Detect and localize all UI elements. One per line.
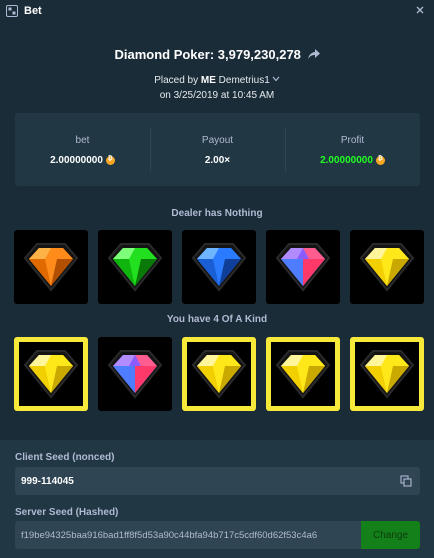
profit-stat: Profit 2.00000000 <box>285 113 420 186</box>
username-link[interactable]: Demetrius1 <box>219 75 270 86</box>
close-icon[interactable] <box>413 3 427 17</box>
bet-value-row: 2.00000000 <box>15 155 150 166</box>
player-card-5 <box>350 337 424 411</box>
dealer-card-3 <box>182 230 256 304</box>
yellow-gem-icon <box>275 350 331 399</box>
bet-value: 2.00000000 <box>50 155 103 166</box>
bet-stat: bet 2.00000000 <box>15 113 150 186</box>
share-icon[interactable] <box>307 49 320 60</box>
green-gem-icon <box>107 243 163 292</box>
bitcoin-icon <box>375 156 385 165</box>
change-button[interactable]: Change <box>361 521 420 549</box>
player-hand <box>14 337 424 411</box>
placed-by-label: Placed by <box>154 75 199 86</box>
dealer-hand <box>14 230 424 304</box>
payout-stat: Payout 2.00× <box>150 113 285 186</box>
card-inner <box>19 342 83 406</box>
window-title: Bet <box>24 4 42 17</box>
dealer-card-4 <box>266 230 340 304</box>
player-card-3 <box>182 337 256 411</box>
payout-value-row: 2.00× <box>150 155 285 166</box>
bet-stats-panel: bet 2.00000000 Payout 2.00× Profit 2.000… <box>15 113 420 186</box>
dealer-card-5 <box>350 230 424 304</box>
client-seed-label: Client Seed (nonced) <box>15 452 115 463</box>
client-seed-input[interactable]: 999-114045 <box>15 476 392 487</box>
player-card-2 <box>98 337 172 411</box>
game-title: Diamond Poker: 3,979,230,278 <box>0 47 434 62</box>
title-bar: Bet <box>0 0 434 21</box>
yellow-gem-icon <box>359 243 415 292</box>
payout-value: 2.00× <box>204 155 231 166</box>
card-inner <box>187 342 251 406</box>
server-seed-field: f19be94325baa916bad1ff8f5d53a90c44bfa94b… <box>15 521 362 549</box>
player-card-1 <box>14 337 88 411</box>
dealer-card-1 <box>14 230 88 304</box>
card-inner <box>355 342 419 406</box>
multicolor-gem-icon <box>275 243 331 292</box>
copy-icon <box>400 475 412 487</box>
dealer-caption: Dealer has Nothing <box>171 208 263 219</box>
game-icon <box>6 4 18 17</box>
placed-by: Placed by ME Demetrius1 <box>0 75 434 86</box>
chevron-down-icon[interactable] <box>272 76 280 82</box>
orange-gem-icon <box>23 243 79 292</box>
client-seed-field: 999-114045 <box>15 467 420 495</box>
yellow-gem-icon <box>359 350 415 399</box>
bet-date: on 3/25/2019 at 10:45 AM <box>159 90 275 101</box>
profit-value: 2.00000000 <box>320 155 373 166</box>
profit-label: Profit <box>340 135 365 146</box>
game-title-text: Diamond Poker: 3,979,230,278 <box>114 47 301 62</box>
dealer-card-2 <box>98 230 172 304</box>
yellow-gem-icon <box>23 350 79 399</box>
blue-gem-icon <box>191 243 247 292</box>
me-badge: ME <box>200 75 216 86</box>
server-seed-input[interactable]: f19be94325baa916bad1ff8f5d53a90c44bfa94b… <box>15 530 362 541</box>
bitcoin-icon <box>105 156 115 165</box>
yellow-gem-icon <box>191 350 247 399</box>
profit-value-row: 2.00000000 <box>285 155 420 166</box>
player-card-4 <box>266 337 340 411</box>
multicolor-gem-icon <box>107 350 163 399</box>
copy-button[interactable] <box>392 467 420 495</box>
bet-label: bet <box>75 135 90 146</box>
server-seed-label: Server Seed (Hashed) <box>15 507 119 518</box>
card-inner <box>271 342 335 406</box>
payout-label: Payout <box>201 135 234 146</box>
player-caption: You have 4 Of A Kind <box>166 314 268 325</box>
